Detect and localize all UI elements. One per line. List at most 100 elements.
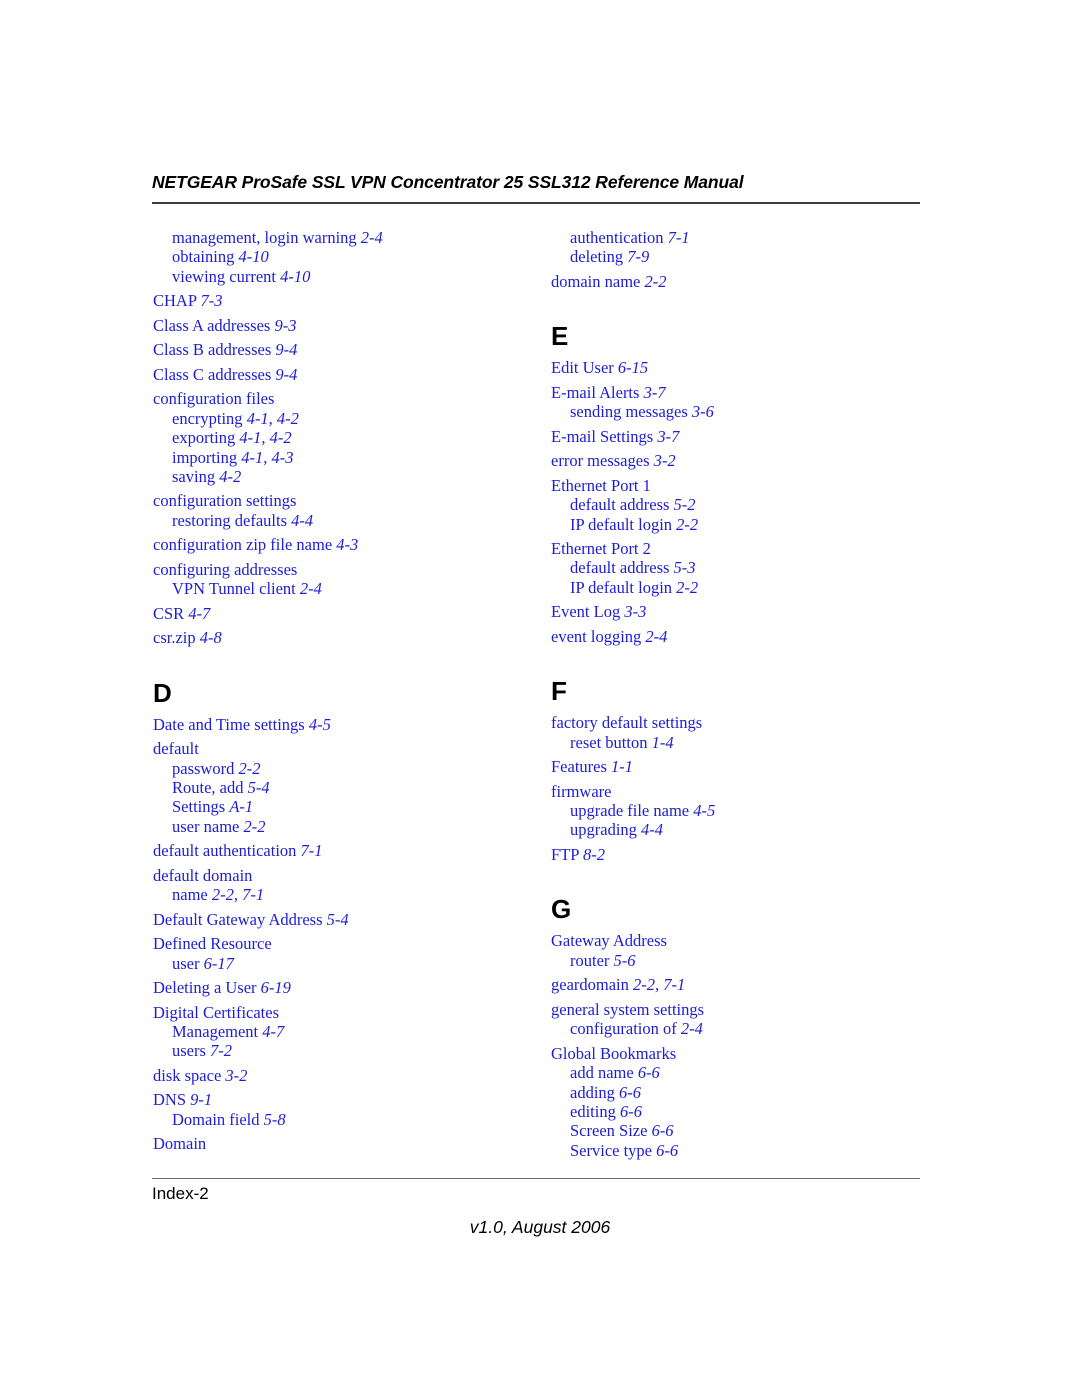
index-subentry[interactable]: Domain field 5-8 (172, 1110, 523, 1129)
index-page-reference[interactable]: 4-3 (336, 535, 358, 554)
index-page-reference[interactable]: 4-1, 4-2 (239, 428, 291, 447)
index-page-reference[interactable]: 3-2 (654, 451, 676, 470)
index-entry[interactable]: Class C addresses 9-4 (153, 365, 523, 384)
index-page-reference[interactable]: 9-4 (275, 365, 297, 384)
index-page-reference[interactable]: 5-2 (674, 495, 696, 514)
index-subentry[interactable]: router 5-6 (570, 951, 921, 970)
index-subentry[interactable]: obtaining 4-10 (172, 247, 523, 266)
index-page-reference[interactable]: 5-4 (248, 778, 270, 797)
index-subentry[interactable]: default address 5-2 (570, 495, 921, 514)
index-subentry[interactable]: Screen Size 6-6 (570, 1121, 921, 1140)
index-entry[interactable]: Digital Certificates (153, 1003, 523, 1022)
index-entry[interactable]: CSR 4-7 (153, 604, 523, 623)
index-entry[interactable]: Date and Time settings 4-5 (153, 715, 523, 734)
index-subentry[interactable]: add name 6-6 (570, 1063, 921, 1082)
index-entry[interactable]: csr.zip 4-8 (153, 628, 523, 647)
index-entry[interactable]: event logging 2-4 (551, 627, 921, 646)
index-page-reference[interactable]: A-1 (229, 797, 253, 816)
index-subentry[interactable]: VPN Tunnel client 2-4 (172, 579, 523, 598)
index-page-reference[interactable]: 4-4 (291, 511, 313, 530)
index-subentry[interactable]: sending messages 3-6 (570, 402, 921, 421)
index-subentry[interactable]: viewing current 4-10 (172, 267, 523, 286)
index-entry[interactable]: Event Log 3-3 (551, 602, 921, 621)
index-page-reference[interactable]: 9-4 (275, 340, 297, 359)
index-entry[interactable]: factory default settings (551, 713, 921, 732)
index-page-reference[interactable]: 7-1 (301, 841, 323, 860)
index-entry[interactable]: configuration files (153, 389, 523, 408)
index-entry[interactable]: domain name 2-2 (551, 272, 921, 291)
index-entry[interactable]: Global Bookmarks (551, 1044, 921, 1063)
index-entry[interactable]: CHAP 7-3 (153, 291, 523, 310)
index-entry[interactable]: Gateway Address (551, 931, 921, 950)
index-page-reference[interactable]: 4-10 (238, 247, 268, 266)
index-entry[interactable]: general system settings (551, 1000, 921, 1019)
index-subentry[interactable]: Management 4-7 (172, 1022, 523, 1041)
index-page-reference[interactable]: 9-1 (190, 1090, 212, 1109)
index-page-reference[interactable]: 2-2 (676, 515, 698, 534)
index-subentry[interactable]: authentication 7-1 (570, 228, 921, 247)
index-page-reference[interactable]: 1-4 (652, 733, 674, 752)
index-subentry[interactable]: editing 6-6 (570, 1102, 921, 1121)
index-entry[interactable]: E-mail Alerts 3-7 (551, 383, 921, 402)
index-subentry[interactable]: users 7-2 (172, 1041, 523, 1060)
index-subentry[interactable]: password 2-2 (172, 759, 523, 778)
index-page-reference[interactable]: 2-4 (361, 228, 383, 247)
index-entry[interactable]: Ethernet Port 1 (551, 476, 921, 495)
index-page-reference[interactable]: 2-4 (645, 627, 667, 646)
index-page-reference[interactable]: 9-3 (274, 316, 296, 335)
index-page-reference[interactable]: 5-3 (674, 558, 696, 577)
index-page-reference[interactable]: 6-19 (261, 978, 291, 997)
index-entry[interactable]: Domain (153, 1134, 523, 1153)
index-subentry[interactable]: default address 5-3 (570, 558, 921, 577)
index-page-reference[interactable]: 2-2 (644, 272, 666, 291)
index-page-reference[interactable]: 2-2 (676, 578, 698, 597)
index-page-reference[interactable]: 4-5 (309, 715, 331, 734)
index-page-reference[interactable]: 7-1 (668, 228, 690, 247)
index-subentry[interactable]: IP default login 2-2 (570, 578, 921, 597)
index-entry[interactable]: configuration settings (153, 491, 523, 510)
index-page-reference[interactable]: 4-5 (693, 801, 715, 820)
index-page-reference[interactable]: 6-6 (620, 1102, 642, 1121)
index-page-reference[interactable]: 1-1 (611, 757, 633, 776)
index-entry[interactable]: Default Gateway Address 5-4 (153, 910, 523, 929)
index-subentry[interactable]: user name 2-2 (172, 817, 523, 836)
index-entry[interactable]: Class B addresses 9-4 (153, 340, 523, 359)
index-page-reference[interactable]: 7-2 (210, 1041, 232, 1060)
index-page-reference[interactable]: 3-6 (692, 402, 714, 421)
index-subentry[interactable]: IP default login 2-2 (570, 515, 921, 534)
index-entry[interactable]: Deleting a User 6-19 (153, 978, 523, 997)
index-page-reference[interactable]: 4-7 (188, 604, 210, 623)
index-page-reference[interactable]: 2-4 (681, 1019, 703, 1038)
index-page-reference[interactable]: 3-7 (657, 427, 679, 446)
index-entry[interactable]: Features 1-1 (551, 757, 921, 776)
index-page-reference[interactable]: 4-4 (641, 820, 663, 839)
index-subentry[interactable]: Settings A-1 (172, 797, 523, 816)
index-page-reference[interactable]: 6-6 (656, 1141, 678, 1160)
index-entry[interactable]: Edit User 6-15 (551, 358, 921, 377)
index-page-reference[interactable]: 2-2 (243, 817, 265, 836)
index-entry[interactable]: Class A addresses 9-3 (153, 316, 523, 335)
index-page-reference[interactable]: 6-15 (618, 358, 648, 377)
index-page-reference[interactable]: 7-3 (201, 291, 223, 310)
index-subentry[interactable]: upgrading 4-4 (570, 820, 921, 839)
index-page-reference[interactable]: 6-6 (619, 1083, 641, 1102)
index-entry[interactable]: configuration zip file name 4-3 (153, 535, 523, 554)
index-subentry[interactable]: management, login warning 2-4 (172, 228, 523, 247)
index-subentry[interactable]: adding 6-6 (570, 1083, 921, 1102)
index-page-reference[interactable]: 4-1, 4-2 (247, 409, 299, 428)
index-page-reference[interactable]: 8-2 (583, 845, 605, 864)
index-page-reference[interactable]: 2-2 (238, 759, 260, 778)
index-subentry[interactable]: reset button 1-4 (570, 733, 921, 752)
index-subentry[interactable]: configuration of 2-4 (570, 1019, 921, 1038)
index-entry[interactable]: geardomain 2-2, 7-1 (551, 975, 921, 994)
index-subentry[interactable]: saving 4-2 (172, 467, 523, 486)
index-entry[interactable]: disk space 3-2 (153, 1066, 523, 1085)
index-subentry[interactable]: Route, add 5-4 (172, 778, 523, 797)
index-subentry[interactable]: deleting 7-9 (570, 247, 921, 266)
index-subentry[interactable]: Service type 6-6 (570, 1141, 921, 1160)
index-page-reference[interactable]: 4-2 (219, 467, 241, 486)
index-page-reference[interactable]: 7-9 (627, 247, 649, 266)
index-subentry[interactable]: restoring defaults 4-4 (172, 511, 523, 530)
index-page-reference[interactable]: 5-8 (264, 1110, 286, 1129)
index-entry[interactable]: FTP 8-2 (551, 845, 921, 864)
